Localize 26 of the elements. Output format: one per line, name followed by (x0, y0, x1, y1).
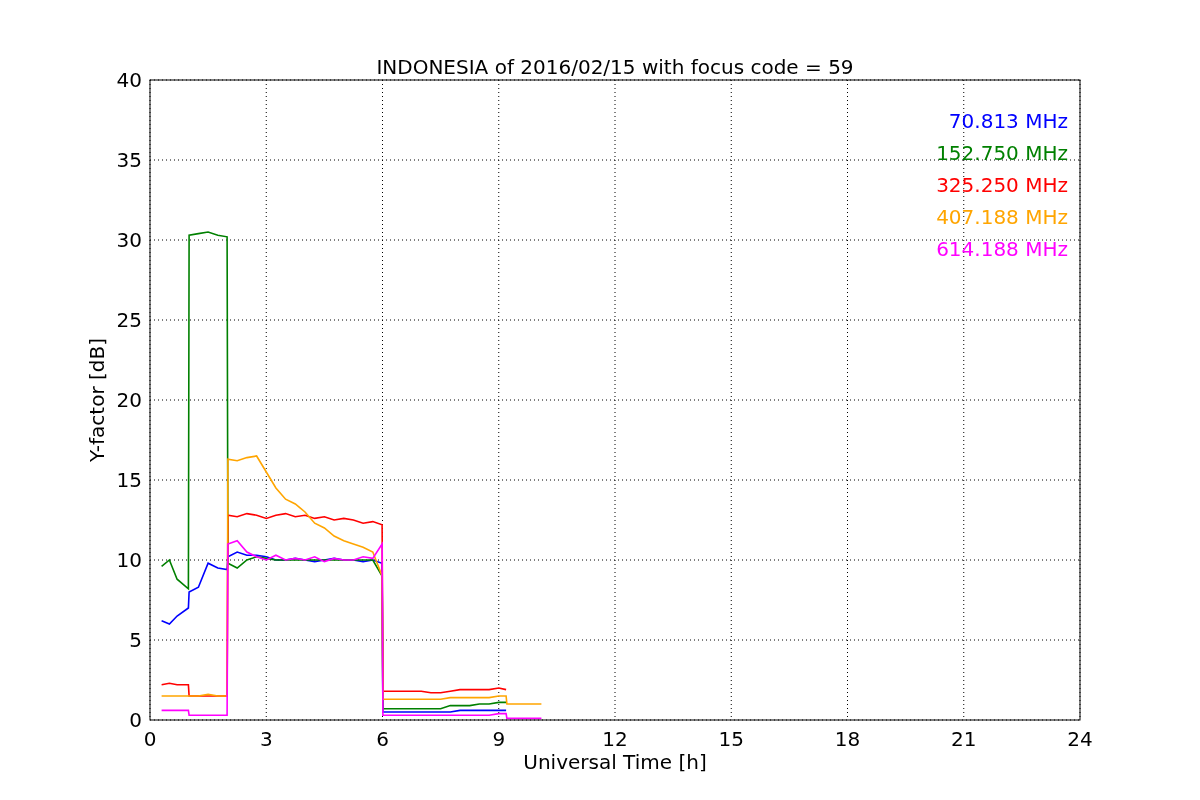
y-tick-label: 35 (116, 148, 142, 172)
x-axis-label: Universal Time [h] (523, 750, 707, 774)
x-tick-label: 0 (143, 727, 157, 751)
legend-label: 407.188 MHz (936, 205, 1068, 229)
x-tick-label: 15 (718, 727, 744, 751)
y-tick-label: 30 (116, 228, 142, 252)
x-tick-label: 12 (602, 727, 628, 751)
x-tick-label: 24 (1067, 727, 1093, 751)
x-tick-label: 3 (259, 727, 273, 751)
y-tick-label: 15 (116, 468, 142, 492)
chart-title: INDONESIA of 2016/02/15 with focus code = 59 (376, 55, 854, 79)
x-tick-label: 18 (834, 727, 861, 751)
y-tick-label: 0 (129, 708, 142, 732)
x-tick-label: 9 (492, 727, 506, 751)
y-tick-label: 25 (116, 308, 142, 332)
legend-label: 614.188 MHz (936, 237, 1068, 261)
y-axis-label: Y-factor [dB] (85, 338, 109, 462)
y-tick-label: 40 (116, 68, 142, 92)
y-tick-label: 10 (116, 548, 142, 572)
y-tick-label: 5 (129, 628, 142, 652)
x-tick-label: 21 (951, 727, 977, 751)
legend-label: 325.250 MHz (936, 173, 1068, 197)
legend-label: 70.813 MHz (948, 109, 1068, 133)
x-tick-label: 6 (376, 727, 389, 751)
y-tick-label: 20 (116, 388, 142, 412)
legend-label: 152.750 MHz (936, 141, 1068, 165)
